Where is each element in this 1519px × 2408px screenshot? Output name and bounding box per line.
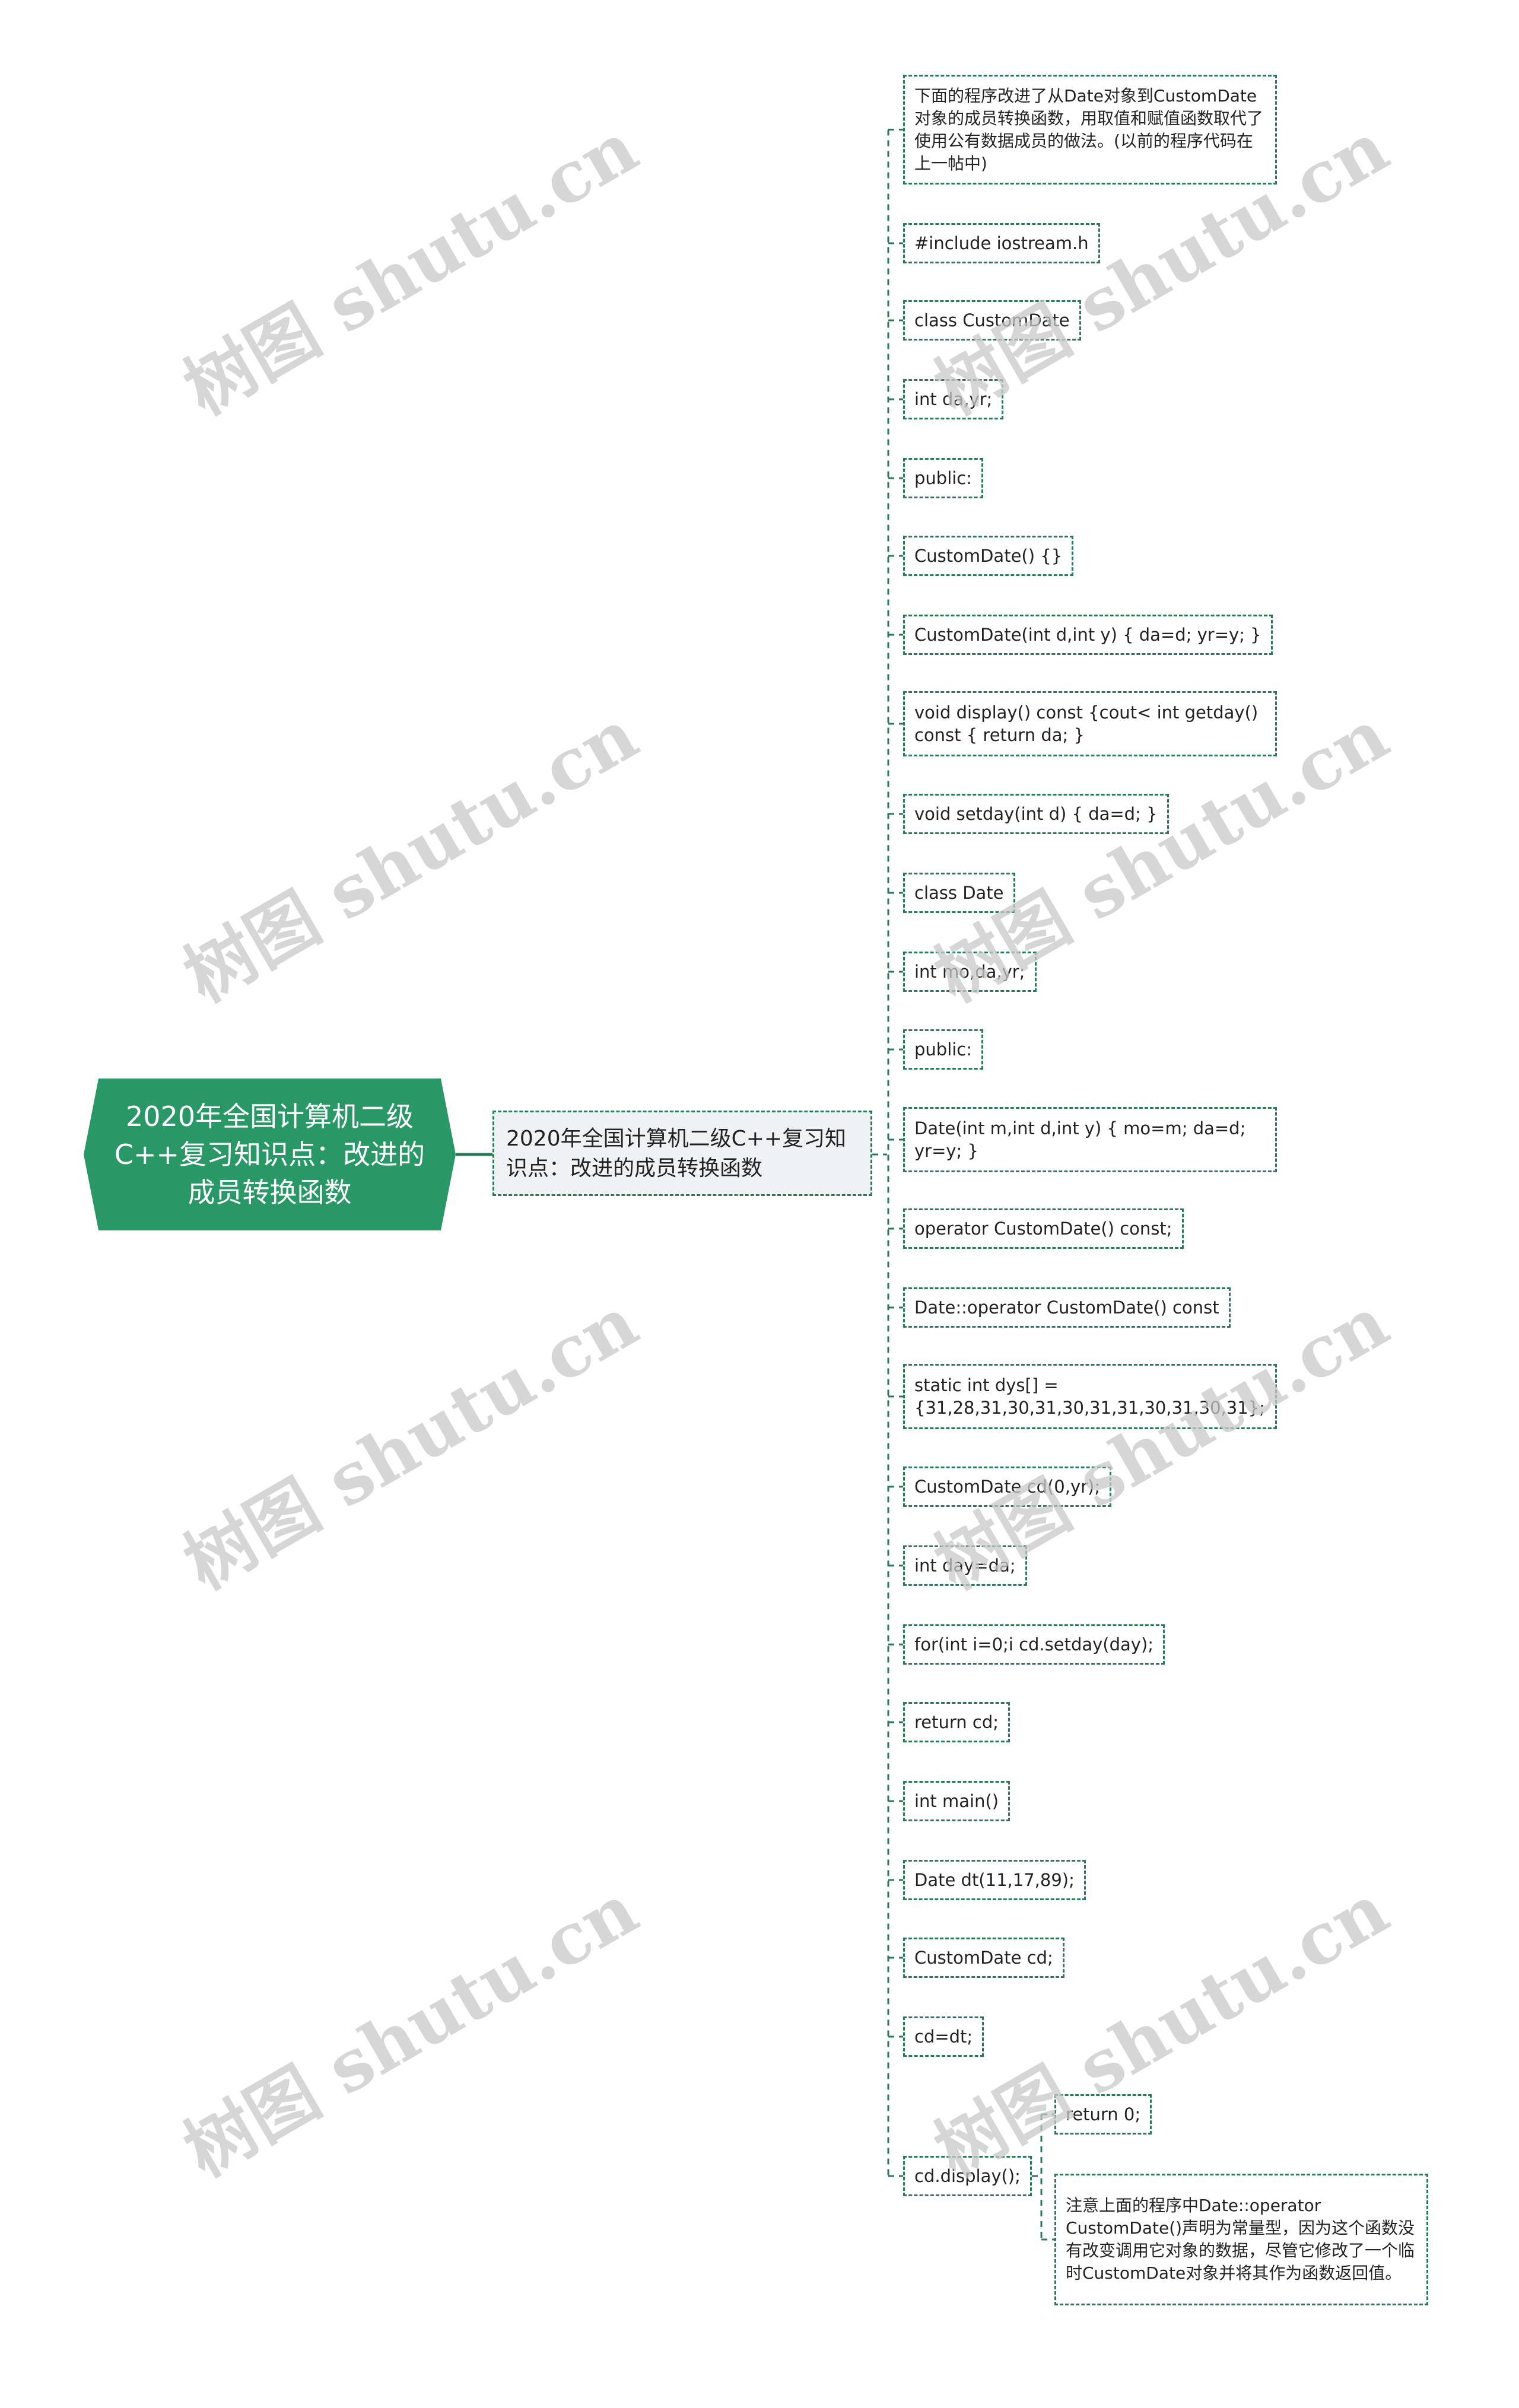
leaf-node[interactable]: Date::operator CustomDate() const	[903, 1287, 1231, 1328]
main-topic[interactable]: 2020年全国计算机二级C++复习知识点：改进的成员转换函数	[492, 1111, 872, 1196]
leaf-label: class Date	[914, 883, 1004, 903]
trunk-lines	[887, 129, 1054, 2241]
leaf-node[interactable]: Date dt(11,17,89);	[903, 1860, 1086, 1900]
mindmap-canvas: 2020年全国计算机二级C++复习知识点：改进的成员转换函数 2020年全国计算…	[0, 0, 1519, 2408]
leaf-label: CustomDate cd(0,yr);	[914, 1477, 1101, 1497]
leaf-label: public:	[914, 468, 973, 488]
leaf-label: CustomDate() {}	[914, 546, 1063, 566]
leaf-node[interactable]: void display() const {cout< int getday()…	[903, 691, 1277, 756]
leaf-node[interactable]: int mo,da,yr;	[903, 952, 1037, 992]
leaf-label: #include iostream.h	[914, 233, 1089, 253]
leaf-label: CustomDate cd;	[914, 1948, 1053, 1968]
leaf-node[interactable]: CustomDate(int d,int y) { da=d; yr=y; }	[903, 615, 1273, 655]
leaf-label: void display() const {cout< int getday()…	[914, 702, 1264, 745]
leaf-label: return 0;	[1066, 2104, 1141, 2124]
leaf-node[interactable]: int day=da;	[903, 1545, 1027, 1586]
leaf-node[interactable]: void setday(int d) { da=d; }	[903, 794, 1169, 834]
leaf-node[interactable]: #include iostream.h	[903, 223, 1100, 263]
leaf-node[interactable]: CustomDate() {}	[903, 536, 1074, 576]
leaf-label: CustomDate(int d,int y) { da=d; yr=y; }	[914, 625, 1261, 645]
leaf-label: int day=da;	[914, 1556, 1016, 1576]
leaf-label: Date(int m,int d,int y) { mo=m; da=d; yr…	[914, 1118, 1251, 1161]
leaf-node[interactable]: cd=dt;	[903, 2016, 984, 2057]
leaf-label: 注意上面的程序中Date::operator CustomDate()声明为常量…	[1066, 2196, 1415, 2283]
leaf-label: public:	[914, 1039, 973, 1060]
leaf-node[interactable]: public:	[903, 458, 984, 498]
leaf-label: Date::operator CustomDate() const	[914, 1297, 1219, 1318]
leaf-node[interactable]: int main()	[903, 1781, 1010, 1821]
leaf-node[interactable]: class Date	[903, 873, 1015, 913]
leaf-node[interactable]: operator CustomDate() const;	[903, 1208, 1184, 1249]
leaf-label: class CustomDate	[914, 310, 1070, 330]
leaf-node[interactable]: Date(int m,int d,int y) { mo=m; da=d; yr…	[903, 1107, 1277, 1172]
leaf-node[interactable]: for(int i=0;i cd.setday(day);	[903, 1624, 1165, 1665]
sub-leaf-note[interactable]: 注意上面的程序中Date::operator CustomDate()声明为常量…	[1054, 2174, 1428, 2305]
leaf-label: return cd;	[914, 1712, 999, 1732]
leaf-node-intro[interactable]: 下面的程序改进了从Date对象到CustomDate对象的成员转换函数，用取值和…	[903, 75, 1277, 185]
leaf-label: operator CustomDate() const;	[914, 1219, 1172, 1239]
sub-leaf-node[interactable]: return 0;	[1054, 2094, 1152, 2135]
leaf-node[interactable]: class CustomDate	[903, 300, 1081, 341]
leaf-label: for(int i=0;i cd.setday(day);	[914, 1634, 1154, 1655]
main-topic-label: 2020年全国计算机二级C++复习知识点：改进的成员转换函数	[506, 1127, 847, 1181]
leaf-node[interactable]: public:	[903, 1029, 984, 1070]
leaf-node[interactable]: CustomDate cd(0,yr);	[903, 1467, 1112, 1507]
leaf-label: Date dt(11,17,89);	[914, 1870, 1075, 1890]
leaf-label: cd=dt;	[914, 2027, 973, 2047]
root-topic[interactable]: 2020年全国计算机二级C++复习知识点：改进的成员转换函数	[84, 1079, 456, 1230]
leaf-label: void setday(int d) { da=d; }	[914, 804, 1158, 824]
leaf-node[interactable]: return cd;	[903, 1702, 1010, 1742]
leaf-node[interactable]: cd.display();	[903, 2156, 1032, 2196]
leaf-label: int main()	[914, 1791, 999, 1811]
leaf-label: 下面的程序改进了从Date对象到CustomDate对象的成员转换函数，用取值和…	[914, 85, 1264, 173]
root-topic-label: 2020年全国计算机二级C++复习知识点：改进的成员转换函数	[114, 1100, 425, 1208]
leaf-node[interactable]: CustomDate cd;	[903, 1938, 1064, 1978]
leaf-node[interactable]: static int dys[] = {31,28,31,30,31,30,31…	[903, 1364, 1277, 1429]
leaf-label: cd.display();	[914, 2166, 1021, 2186]
leaf-label: int mo,da,yr;	[914, 962, 1025, 982]
leaf-node[interactable]: int da,yr;	[903, 379, 1004, 419]
leaf-label: int da,yr;	[914, 389, 993, 409]
leaf-label: static int dys[] = {31,28,31,30,31,30,31…	[914, 1375, 1265, 1418]
